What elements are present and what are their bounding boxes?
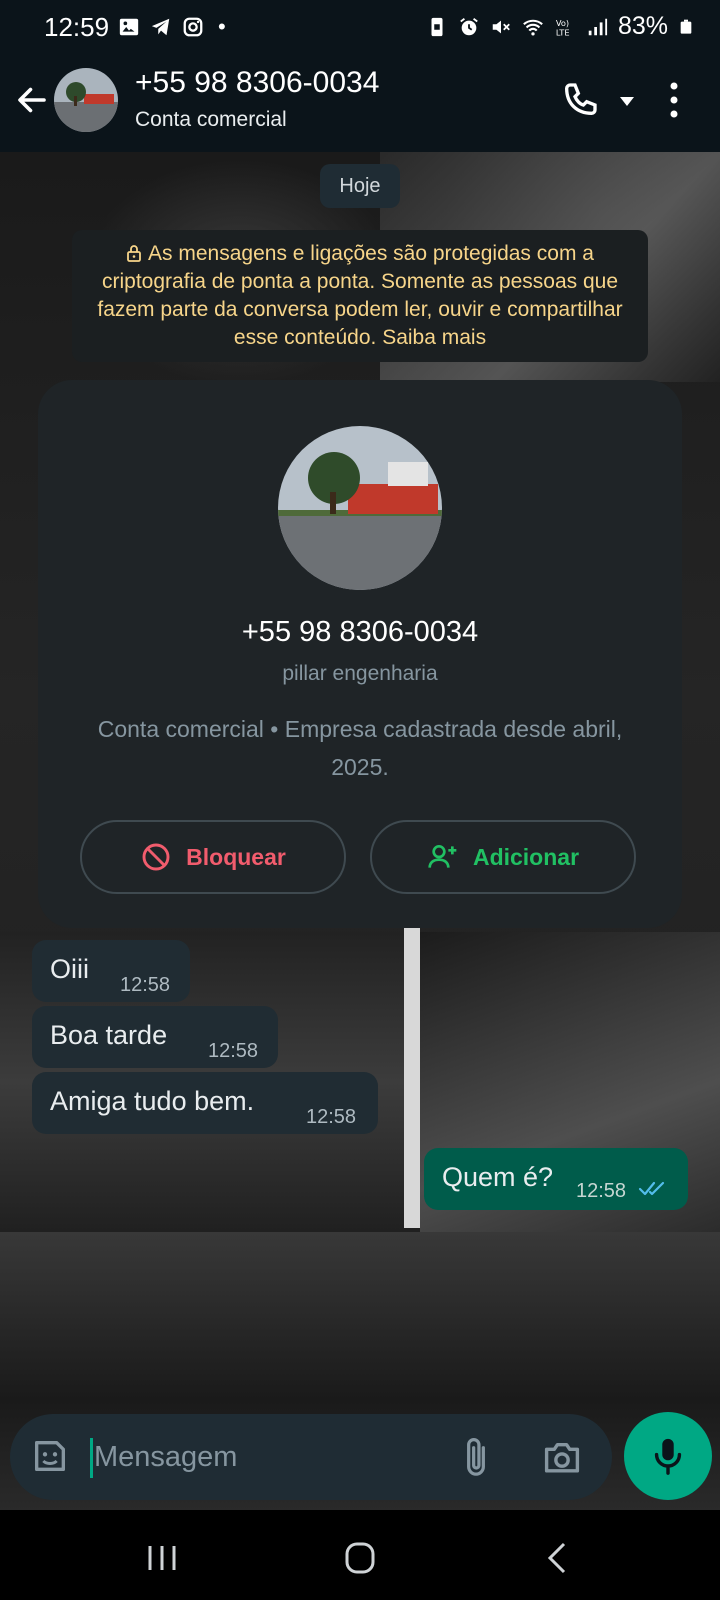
read-receipt-icon — [638, 1181, 665, 1196]
message-bubble-incoming[interactable]: Oiii 12:58 — [32, 940, 190, 1002]
encryption-notice[interactable]: As mensagens e ligações são protegidas c… — [72, 230, 648, 362]
alarm-icon — [460, 17, 478, 35]
message-text: Quem é? — [442, 1162, 554, 1192]
instagram-icon — [183, 17, 203, 37]
business-info: Conta comercial • Empresa cadastrada des… — [97, 716, 623, 780]
voice-message-button[interactable] — [624, 1412, 712, 1500]
mute-icon — [492, 20, 510, 33]
block-button-label: Bloquear — [186, 843, 286, 870]
status-bar: 12:59 • Vo) LTE 83% — [0, 0, 720, 52]
message-bubble-incoming[interactable]: Boa tarde 12:58 — [32, 1006, 278, 1068]
add-contact-label: Adicionar — [472, 843, 580, 870]
battery-percent: 83% — [617, 12, 668, 40]
back-arrow-icon[interactable] — [14, 82, 50, 118]
gallery-icon — [119, 18, 139, 36]
recent-apps-icon[interactable] — [142, 1540, 182, 1576]
message-time: 12:58 — [120, 974, 171, 996]
chat-area[interactable]: Hoje As mensagens e ligações são protegi… — [0, 152, 720, 1510]
contact-number[interactable]: +55 98 8306-0034 — [135, 66, 379, 100]
message-text: Oiii — [50, 954, 89, 984]
phone-lock-icon — [431, 17, 443, 36]
back-nav-icon[interactable] — [538, 1540, 578, 1576]
sticker-icon[interactable] — [30, 1436, 70, 1476]
block-button[interactable]: Bloquear — [80, 820, 346, 894]
home-icon[interactable] — [340, 1540, 380, 1576]
notification-icons: • — [118, 14, 226, 40]
contact-avatar[interactable] — [54, 68, 118, 132]
business-profile-card: +55 98 8306-0034 pillar engenharia Conta… — [38, 380, 682, 928]
voice-call-icon[interactable] — [560, 80, 600, 120]
message-time: 12:58 — [576, 1180, 627, 1202]
message-text: Amiga tudo bem. — [50, 1086, 255, 1116]
svg-text:LTE: LTE — [556, 27, 570, 37]
message-bubble-outgoing[interactable]: Quem é? 12:58 — [424, 1148, 688, 1210]
business-number: +55 98 8306-0034 — [241, 616, 479, 648]
status-dot: • — [218, 14, 226, 39]
wifi-icon — [523, 19, 543, 36]
message-text: Boa tarde — [50, 1020, 168, 1050]
attach-icon[interactable] — [458, 1436, 494, 1480]
system-navigation-bar — [0, 1510, 720, 1600]
business-avatar[interactable] — [278, 426, 442, 590]
encryption-notice-text: As mensagens e ligações são protegidas c… — [97, 242, 623, 349]
date-chip: Hoje — [320, 164, 400, 208]
message-composer — [10, 1414, 612, 1500]
wallpaper-divider — [404, 928, 420, 1228]
telegram-icon — [151, 18, 170, 36]
signal-icon — [588, 18, 608, 35]
message-input[interactable] — [94, 1430, 454, 1484]
message-bubble-incoming[interactable]: Amiga tudo bem. 12:58 — [32, 1072, 378, 1134]
add-person-icon — [428, 845, 457, 868]
system-status-icons: Vo) LTE 83% — [426, 12, 694, 41]
contact-subtitle[interactable]: Conta comercial — [135, 108, 287, 132]
lock-icon — [127, 245, 141, 262]
text-caret — [90, 1438, 93, 1478]
camera-icon[interactable] — [542, 1438, 582, 1476]
microphone-icon — [654, 1438, 682, 1475]
chat-header: +55 98 8306-0034 Conta comercial — [0, 52, 720, 152]
block-icon — [142, 843, 170, 871]
more-options-icon[interactable] — [666, 80, 682, 120]
add-contact-button[interactable]: Adicionar — [370, 820, 636, 894]
business-push-name: pillar engenharia — [282, 662, 438, 685]
battery-icon — [680, 19, 692, 34]
chevron-down-icon[interactable] — [618, 94, 636, 108]
status-time: 12:59 — [44, 12, 110, 42]
message-time: 12:58 — [208, 1040, 259, 1062]
message-time: 12:58 — [306, 1106, 357, 1128]
volte-icon: Vo)LTE — [556, 18, 570, 37]
